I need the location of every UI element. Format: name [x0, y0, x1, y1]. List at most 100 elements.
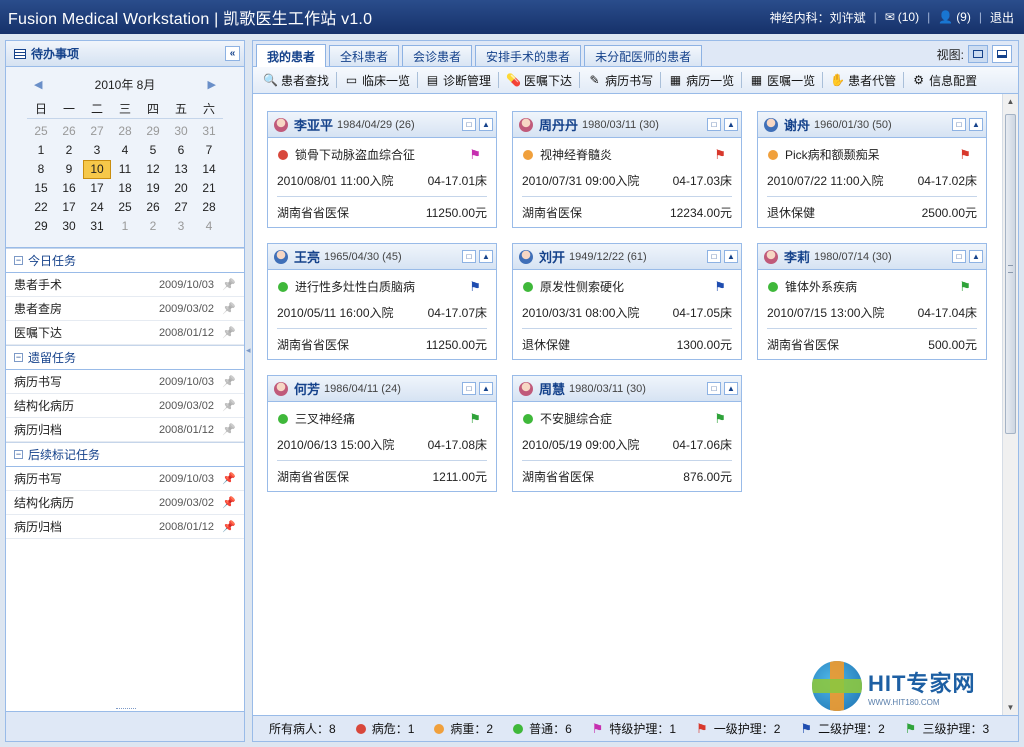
- task-row[interactable]: 病历归档 2008/01/12 📌: [6, 418, 244, 442]
- calendar-day[interactable]: 11: [111, 160, 139, 179]
- patient-card[interactable]: 李亚平 1984/04/29 (26) □ ▲ 锁骨下动脉盗血综合征 ⚑ 2010/08/0…: [267, 111, 497, 228]
- calendar-day[interactable]: 26: [55, 122, 83, 141]
- patient-name[interactable]: 刘开: [539, 247, 565, 266]
- restore-icon[interactable]: □: [462, 118, 476, 131]
- panel-splitter[interactable]: ◂: [245, 40, 252, 742]
- collapse-toggle-icon[interactable]: −: [14, 353, 23, 362]
- task-group-header[interactable]: − 后续标记任务: [6, 443, 244, 467]
- toolbar-button[interactable]: ▦ 病历一览: [664, 69, 738, 91]
- collapse-toggle-icon[interactable]: −: [14, 256, 23, 265]
- collapse-icon[interactable]: ▲: [479, 118, 493, 131]
- restore-icon[interactable]: □: [462, 250, 476, 263]
- tab-my-patients[interactable]: 我的患者: [256, 44, 327, 67]
- calendar-day[interactable]: 14: [195, 160, 223, 179]
- patient-name[interactable]: 李莉: [784, 247, 810, 266]
- calendar-day[interactable]: 9: [55, 160, 83, 179]
- toolbar-button[interactable]: ⚙ 信息配置: [907, 69, 981, 91]
- calendar-day[interactable]: 25: [27, 122, 55, 141]
- tab-surgery-patients[interactable]: 安排手术的患者: [475, 45, 582, 66]
- patient-card[interactable]: 刘开 1949/12/22 (61) □ ▲ 原发性侧索硬化 ⚑ 2010/03/31 08…: [512, 243, 742, 360]
- calendar-day[interactable]: 16: [55, 179, 83, 198]
- collapse-icon[interactable]: ▲: [479, 250, 493, 263]
- task-group-header[interactable]: − 遗留任务: [6, 346, 244, 370]
- collapse-icon[interactable]: ▲: [724, 250, 738, 263]
- messages-link[interactable]: ✉ (10): [885, 10, 919, 24]
- calendar-day[interactable]: 13: [167, 160, 195, 179]
- collapse-icon[interactable]: ▲: [724, 118, 738, 131]
- calendar-day[interactable]: 21: [195, 179, 223, 198]
- calendar-day[interactable]: 29: [27, 217, 55, 236]
- restore-icon[interactable]: □: [707, 250, 721, 263]
- collapse-icon[interactable]: ▲: [969, 118, 983, 131]
- pin-icon[interactable]: 📌: [222, 496, 236, 509]
- pin-icon[interactable]: 📌: [222, 423, 236, 436]
- toolbar-button[interactable]: ▭ 临床一览: [340, 69, 414, 91]
- toolbar-button[interactable]: ▤ 诊断管理: [421, 69, 495, 91]
- calendar-day[interactable]: 4: [195, 217, 223, 236]
- calendar-day[interactable]: 20: [167, 179, 195, 198]
- patient-name[interactable]: 周丹丹: [539, 115, 578, 134]
- patient-name[interactable]: 李亚平: [294, 115, 333, 134]
- calendar-day[interactable]: 29: [139, 122, 167, 141]
- collapse-icon[interactable]: ▲: [479, 382, 493, 395]
- resize-grip[interactable]: [116, 708, 136, 711]
- calendar-day[interactable]: 30: [55, 217, 83, 236]
- scroll-thumb[interactable]: [1005, 114, 1016, 434]
- calendar-day[interactable]: 22: [27, 198, 55, 217]
- task-row[interactable]: 患者手术 2009/10/03 📌: [6, 273, 244, 297]
- calendar-day[interactable]: 1: [111, 217, 139, 236]
- calendar-day[interactable]: 1: [27, 141, 55, 160]
- calendar-day[interactable]: 3: [83, 141, 111, 160]
- tab-all-patients[interactable]: 全科患者: [329, 45, 400, 66]
- task-row[interactable]: 结构化病历 2009/03/02 📌: [6, 491, 244, 515]
- vertical-scrollbar[interactable]: ▲ ▼: [1002, 94, 1018, 716]
- pin-icon[interactable]: 📌: [222, 278, 236, 291]
- collapse-icon[interactable]: ▲: [724, 382, 738, 395]
- next-month-button[interactable]: ▶: [208, 78, 216, 91]
- calendar-day[interactable]: 27: [83, 122, 111, 141]
- calendar-day[interactable]: 28: [111, 122, 139, 141]
- logout-link[interactable]: 退出: [990, 9, 1014, 26]
- restore-icon[interactable]: □: [952, 250, 966, 263]
- calendar-day[interactable]: 2: [55, 141, 83, 160]
- restore-icon[interactable]: □: [707, 382, 721, 395]
- calendar-day[interactable]: 17: [83, 179, 111, 198]
- restore-icon[interactable]: □: [707, 118, 721, 131]
- pin-icon[interactable]: 📌: [222, 375, 236, 388]
- patient-name[interactable]: 何芳: [294, 379, 320, 398]
- calendar-day[interactable]: 24: [83, 198, 111, 217]
- calendar-day[interactable]: 18: [111, 179, 139, 198]
- calendar-day-today[interactable]: 10: [83, 160, 111, 179]
- pin-icon[interactable]: 📌: [222, 302, 236, 315]
- tab-unassigned-patients[interactable]: 未分配医师的患者: [584, 45, 703, 66]
- calendar-day[interactable]: 12: [139, 160, 167, 179]
- calendar-day[interactable]: 17: [55, 198, 83, 217]
- calendar-day[interactable]: 31: [195, 122, 223, 141]
- task-row[interactable]: 病历归档 2008/01/12 📌: [6, 515, 244, 539]
- card-view-button[interactable]: [968, 45, 988, 63]
- patient-card[interactable]: 周慧 1980/03/11 (30) □ ▲ 不安腿综合症 ⚑ 2010/05/19 09:…: [512, 375, 742, 492]
- toolbar-button[interactable]: 💊 医嘱下达: [502, 69, 576, 91]
- calendar-day[interactable]: 26: [139, 198, 167, 217]
- collapse-icon[interactable]: ▲: [969, 250, 983, 263]
- patient-name[interactable]: 周慧: [539, 379, 565, 398]
- calendar-day[interactable]: 7: [195, 141, 223, 160]
- patient-name[interactable]: 谢舟: [784, 115, 810, 134]
- calendar-day[interactable]: 25: [111, 198, 139, 217]
- calendar-day[interactable]: 2: [139, 217, 167, 236]
- restore-icon[interactable]: □: [462, 382, 476, 395]
- list-view-button[interactable]: [992, 45, 1012, 63]
- calendar-day[interactable]: 28: [195, 198, 223, 217]
- patient-card[interactable]: 李莉 1980/07/14 (30) □ ▲ 锥体外系疾病 ⚑ 2010/07/15 13:…: [757, 243, 987, 360]
- task-row[interactable]: 患者查房 2009/03/02 📌: [6, 297, 244, 321]
- users-link[interactable]: 👤 (9): [938, 10, 971, 24]
- toolbar-button[interactable]: 🔍 患者查找: [259, 69, 333, 91]
- current-user[interactable]: 神经内科：刘许斌: [770, 9, 866, 26]
- calendar-day[interactable]: 4: [111, 141, 139, 160]
- pin-icon[interactable]: 📌: [222, 520, 236, 533]
- toolbar-button[interactable]: ✎ 病历书写: [583, 69, 657, 91]
- calendar-day[interactable]: 3: [167, 217, 195, 236]
- task-row[interactable]: 医嘱下达 2008/01/12 📌: [6, 321, 244, 345]
- calendar-day[interactable]: 30: [167, 122, 195, 141]
- pin-icon[interactable]: 📌: [222, 472, 236, 485]
